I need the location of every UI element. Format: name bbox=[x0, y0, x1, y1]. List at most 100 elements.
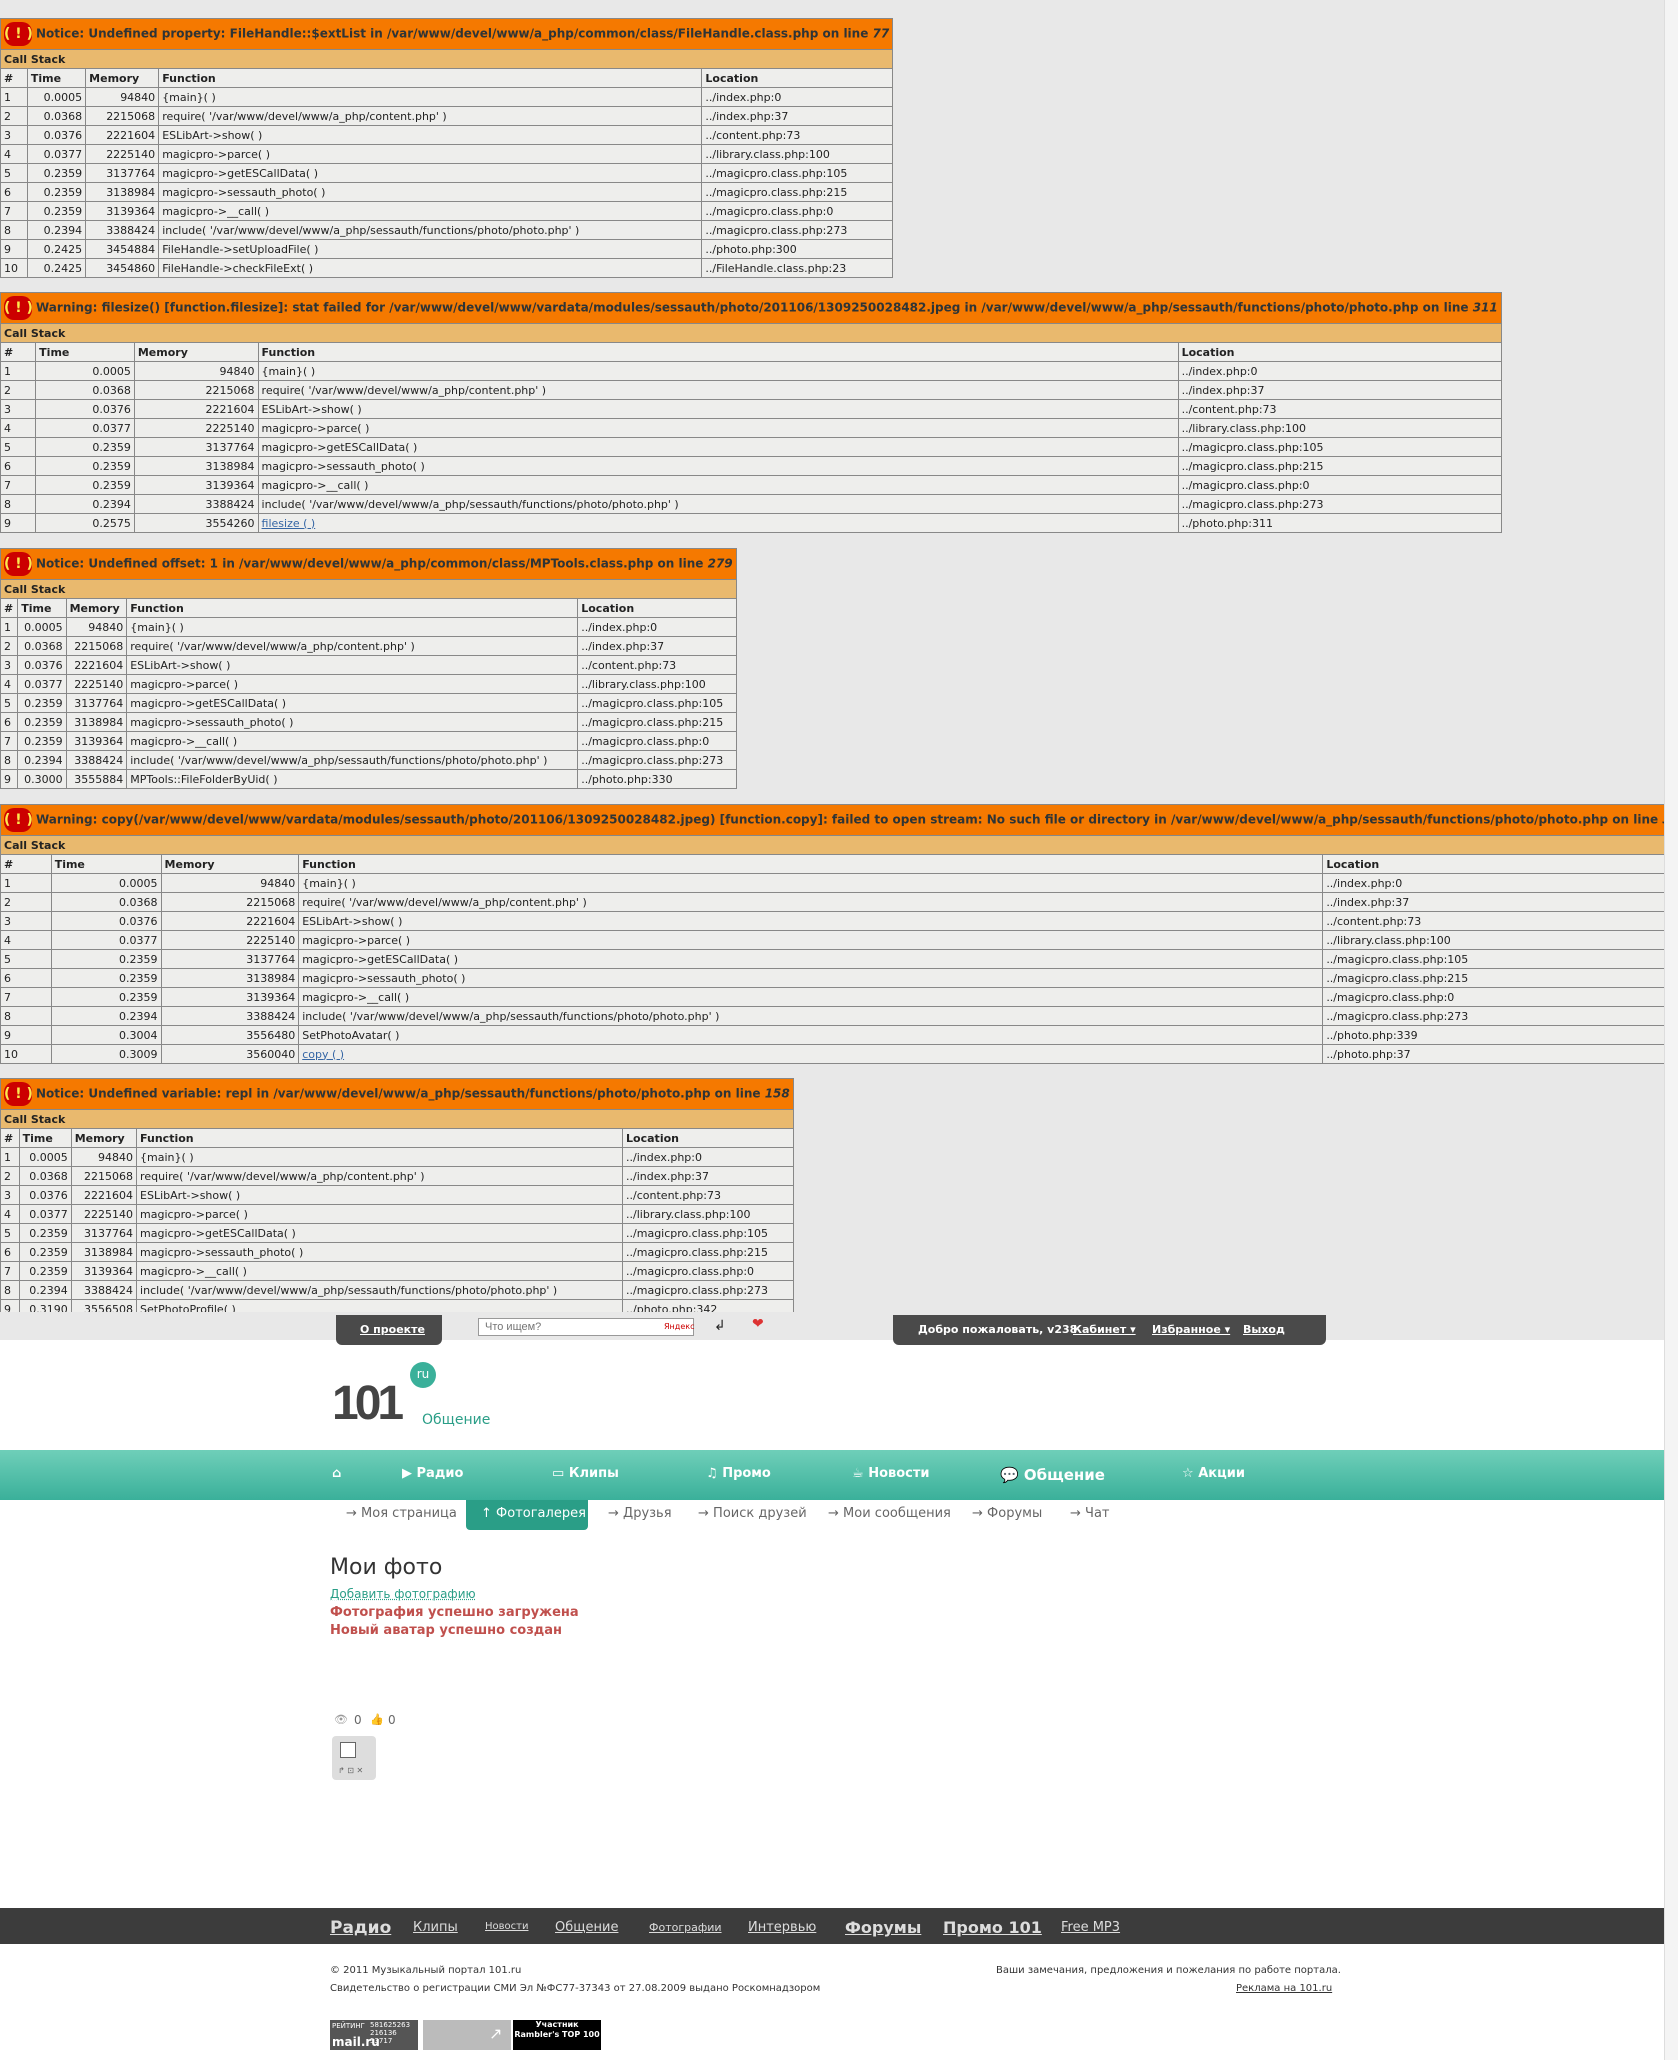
nav-promo[interactable]: ♫ Промо bbox=[706, 1466, 771, 1481]
nav-actions[interactable]: ☆ Акции bbox=[1182, 1466, 1245, 1481]
counter-badge[interactable]: ↗ bbox=[423, 2020, 511, 2050]
nav-community[interactable]: 💬 Общение bbox=[1000, 1466, 1105, 1484]
nav-news[interactable]: ☕ Новости bbox=[852, 1466, 930, 1481]
cell-text: 0.0368 bbox=[43, 109, 83, 123]
logo[interactable]: 101 ru Общение bbox=[332, 1362, 490, 1431]
heart-icon[interactable]: ❤ bbox=[752, 1316, 764, 1332]
favorites-menu[interactable]: Избранное ▾ bbox=[1152, 1323, 1230, 1336]
row-function: {main}( ) bbox=[136, 1147, 624, 1167]
cell-text: 3388424 bbox=[106, 223, 156, 237]
subnav-chat[interactable]: → Чат bbox=[1070, 1506, 1110, 1521]
nav-label: Новости bbox=[868, 1466, 930, 1481]
row-function: magicpro->parce( ) bbox=[126, 674, 579, 694]
row-index: 1 bbox=[0, 87, 28, 107]
cell-text: ../index.php:37 bbox=[581, 639, 665, 653]
cell-text: magicpro->getESCallData( ) bbox=[162, 166, 318, 180]
nav-clips[interactable]: ▭ Клипы bbox=[552, 1466, 619, 1481]
table-row: 6 0.2359 3138984 magicpro->sessauth_photo( … bbox=[0, 712, 737, 732]
row-memory: 3137764 bbox=[70, 1223, 138, 1243]
footer-link[interactable]: Промо 101 bbox=[943, 1918, 1042, 1937]
row-location: ../photo.php:311 bbox=[1177, 513, 1502, 533]
footer-link[interactable]: Клипы bbox=[413, 1920, 458, 1935]
subnav-friends[interactable]: → Друзья bbox=[608, 1506, 672, 1521]
error-table: ( ! ) Notice: Undefined offset: 1 in /var… bbox=[0, 548, 737, 789]
photo-actions-icon[interactable]: ↱ ⊡ ✕ bbox=[338, 1766, 363, 1775]
cell-text: ../index.php:0 bbox=[626, 1150, 702, 1164]
enter-icon[interactable]: ↲ bbox=[714, 1318, 726, 1334]
subnav-search-friends[interactable]: → Поиск друзей bbox=[698, 1506, 807, 1521]
row-function[interactable]: copy ( ) bbox=[298, 1044, 1324, 1064]
logout-link[interactable]: Выход bbox=[1243, 1323, 1285, 1336]
footer-link[interactable]: Интервью bbox=[748, 1920, 816, 1935]
subnav-forums[interactable]: → Форумы bbox=[972, 1506, 1042, 1521]
cell-text: 0.0005 bbox=[24, 620, 63, 634]
cell-text: 0.0377 bbox=[92, 421, 131, 435]
cell-text: magicpro->__call( ) bbox=[162, 204, 270, 218]
cell-text: 0.2359 bbox=[29, 1264, 68, 1278]
about-link[interactable]: О проекте bbox=[360, 1323, 425, 1336]
cell-text: 2215068 bbox=[246, 895, 296, 909]
footer-link[interactable]: Форумы bbox=[845, 1918, 921, 1937]
arrow-icon: → bbox=[608, 1506, 619, 1521]
footer-link[interactable]: Фотографии bbox=[649, 1921, 722, 1934]
rambler-badge[interactable]: Участник Rambler's TOP 100 bbox=[513, 2020, 601, 2050]
subnav-messages[interactable]: → Мои сообщения bbox=[828, 1506, 951, 1521]
row-location: ../magicpro.class.php:0 bbox=[1322, 987, 1678, 1007]
cell-text: 9 bbox=[4, 1028, 11, 1042]
cell-text: 0.0005 bbox=[29, 1150, 68, 1164]
welcome-text: Добро пожаловать, v238 bbox=[918, 1323, 1078, 1336]
mail-counter[interactable]: РЕЙТИНГ 581625263 216136 53717 mail.ru bbox=[330, 2020, 418, 2050]
cell-text: require( '/var/www/devel/www/a_php/conte… bbox=[302, 895, 587, 909]
error-header: ( ! ) Warning: filesize() [function.files… bbox=[0, 292, 1502, 324]
subnav-label: Друзья bbox=[623, 1506, 672, 1521]
error-icon: ( ! ) bbox=[4, 296, 33, 320]
cell-text: 5 bbox=[4, 1226, 11, 1240]
subnav-photo-gallery[interactable]: ↑ Фотогалерея bbox=[481, 1506, 586, 1521]
cell-text: 0.2425 bbox=[43, 261, 83, 275]
cell-text: 0.2359 bbox=[92, 440, 131, 454]
footer-link[interactable]: Радио bbox=[330, 1918, 391, 1938]
row-index: 9 bbox=[0, 1025, 52, 1045]
row-function: require( '/var/www/devel/www/a_php/conte… bbox=[136, 1166, 624, 1186]
cell-text: 3139364 bbox=[74, 734, 124, 748]
row-index: 3 bbox=[0, 655, 19, 675]
cell-text: 3 bbox=[4, 1188, 11, 1202]
footer-link[interactable]: Free MP3 bbox=[1061, 1920, 1120, 1935]
home-icon[interactable]: ⌂ bbox=[332, 1466, 341, 1481]
footer-link[interactable]: Общение bbox=[555, 1920, 618, 1935]
cell-text: ../magicpro.class.php:215 bbox=[581, 715, 724, 729]
row-location: ../magicpro.class.php:273 bbox=[622, 1280, 794, 1300]
cell-text: 0.0377 bbox=[119, 933, 158, 947]
add-photo-link[interactable]: Добавить фотографию bbox=[330, 1587, 476, 1601]
cell-text: magicpro->parce( ) bbox=[130, 677, 239, 691]
search-input[interactable] bbox=[478, 1318, 694, 1336]
nav-radio[interactable]: ▶ Радио bbox=[402, 1466, 463, 1481]
cell-text: 7 bbox=[4, 1264, 11, 1278]
row-time: 0.0368 bbox=[26, 106, 87, 126]
cell-text: 5 bbox=[4, 952, 11, 966]
row-index: 10 bbox=[0, 1044, 52, 1064]
scrollbar[interactable] bbox=[1664, 0, 1678, 2060]
cell-text: 3560040 bbox=[246, 1047, 296, 1061]
row-time: 0.2359 bbox=[35, 475, 135, 495]
cell-text: 0.2359 bbox=[29, 1245, 68, 1259]
photo-thumbnail[interactable]: ↱ ⊡ ✕ bbox=[332, 1736, 376, 1780]
footer-link[interactable]: Новости bbox=[485, 1921, 528, 1932]
cabinet-menu[interactable]: Кабинет ▾ bbox=[1073, 1323, 1136, 1336]
cell-text: 3137764 bbox=[246, 952, 296, 966]
row-location: ../magicpro.class.php:0 bbox=[701, 201, 894, 221]
subnav-my-page[interactable]: → Моя страница bbox=[346, 1506, 457, 1521]
row-function: ESLibArt->show( ) bbox=[158, 125, 703, 145]
like-icon[interactable]: 👍 bbox=[370, 1713, 384, 1726]
ads-link[interactable]: Реклама на 101.ru bbox=[1236, 1983, 1332, 1994]
cell-text: 2221604 bbox=[106, 128, 156, 142]
row-function[interactable]: filesize ( ) bbox=[257, 513, 1179, 533]
row-function: ESLibArt->show( ) bbox=[257, 399, 1179, 419]
cell-text: FileHandle->setUploadFile( ) bbox=[162, 242, 319, 256]
cell-text: 3138984 bbox=[246, 971, 296, 985]
cell-text: 10 bbox=[4, 1047, 18, 1061]
feedback-text[interactable]: Ваши замечания, предложения и пожелания … bbox=[996, 1965, 1341, 1976]
row-index: 5 bbox=[0, 163, 28, 183]
row-function: magicpro->getESCallData( ) bbox=[257, 437, 1179, 457]
cell-text: ../magicpro.class.php:0 bbox=[1326, 990, 1455, 1004]
